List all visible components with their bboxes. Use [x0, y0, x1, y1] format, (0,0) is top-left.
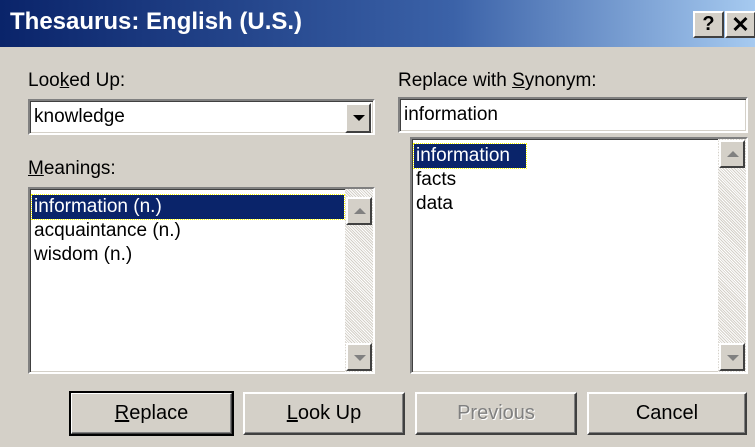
looked-up-combobox[interactable]: knowledge	[28, 99, 375, 135]
scroll-down-button[interactable]	[346, 343, 372, 371]
arrow-up-icon	[727, 151, 739, 157]
title-bar[interactable]: Thesaurus: English (U.S.) ? ✕	[0, 0, 755, 47]
cancel-button[interactable]: Cancel	[587, 392, 747, 435]
looked-up-dropdown-button[interactable]	[345, 103, 371, 133]
close-icon: ✕	[731, 12, 750, 37]
synonym-input[interactable]: information	[398, 97, 748, 133]
synonym-item[interactable]: information	[413, 143, 527, 169]
meanings-listbox[interactable]: information (n.) acquaintance (n.) wisdo…	[28, 187, 375, 374]
look-up-button[interactable]: Look Up	[243, 392, 405, 435]
help-icon: ?	[702, 13, 715, 35]
synonym-item[interactable]: facts	[414, 168, 456, 192]
synonyms-listbox[interactable]: information facts data	[410, 137, 748, 374]
scroll-down-button[interactable]	[719, 343, 745, 371]
synonym-item[interactable]: data	[414, 192, 453, 216]
meanings-label: Meanings:	[28, 158, 116, 179]
synonyms-scrollbar[interactable]	[718, 139, 746, 372]
replace-with-label: Replace with Synonym:	[398, 70, 597, 91]
close-button[interactable]: ✕	[725, 11, 755, 38]
window-title: Thesaurus: English (U.S.)	[10, 8, 303, 35]
arrow-up-icon	[354, 208, 366, 214]
chevron-down-icon	[353, 115, 365, 121]
arrow-down-icon	[727, 355, 739, 361]
replace-button[interactable]: Replace	[69, 391, 234, 436]
meanings-scrollbar[interactable]	[345, 189, 373, 372]
meanings-item[interactable]: wisdom (n.)	[32, 243, 132, 267]
synonym-input-value: information	[404, 104, 498, 125]
looked-up-value: knowledge	[34, 106, 125, 127]
help-button[interactable]: ?	[693, 11, 724, 38]
meanings-item[interactable]: information (n.)	[31, 194, 345, 220]
arrow-down-icon	[354, 355, 366, 361]
scroll-up-button[interactable]	[346, 197, 372, 225]
previous-button[interactable]: Previous	[415, 392, 577, 435]
meanings-item[interactable]: acquaintance (n.)	[32, 219, 181, 243]
scroll-up-button[interactable]	[719, 140, 745, 168]
looked-up-label: Looked Up:	[28, 70, 126, 91]
